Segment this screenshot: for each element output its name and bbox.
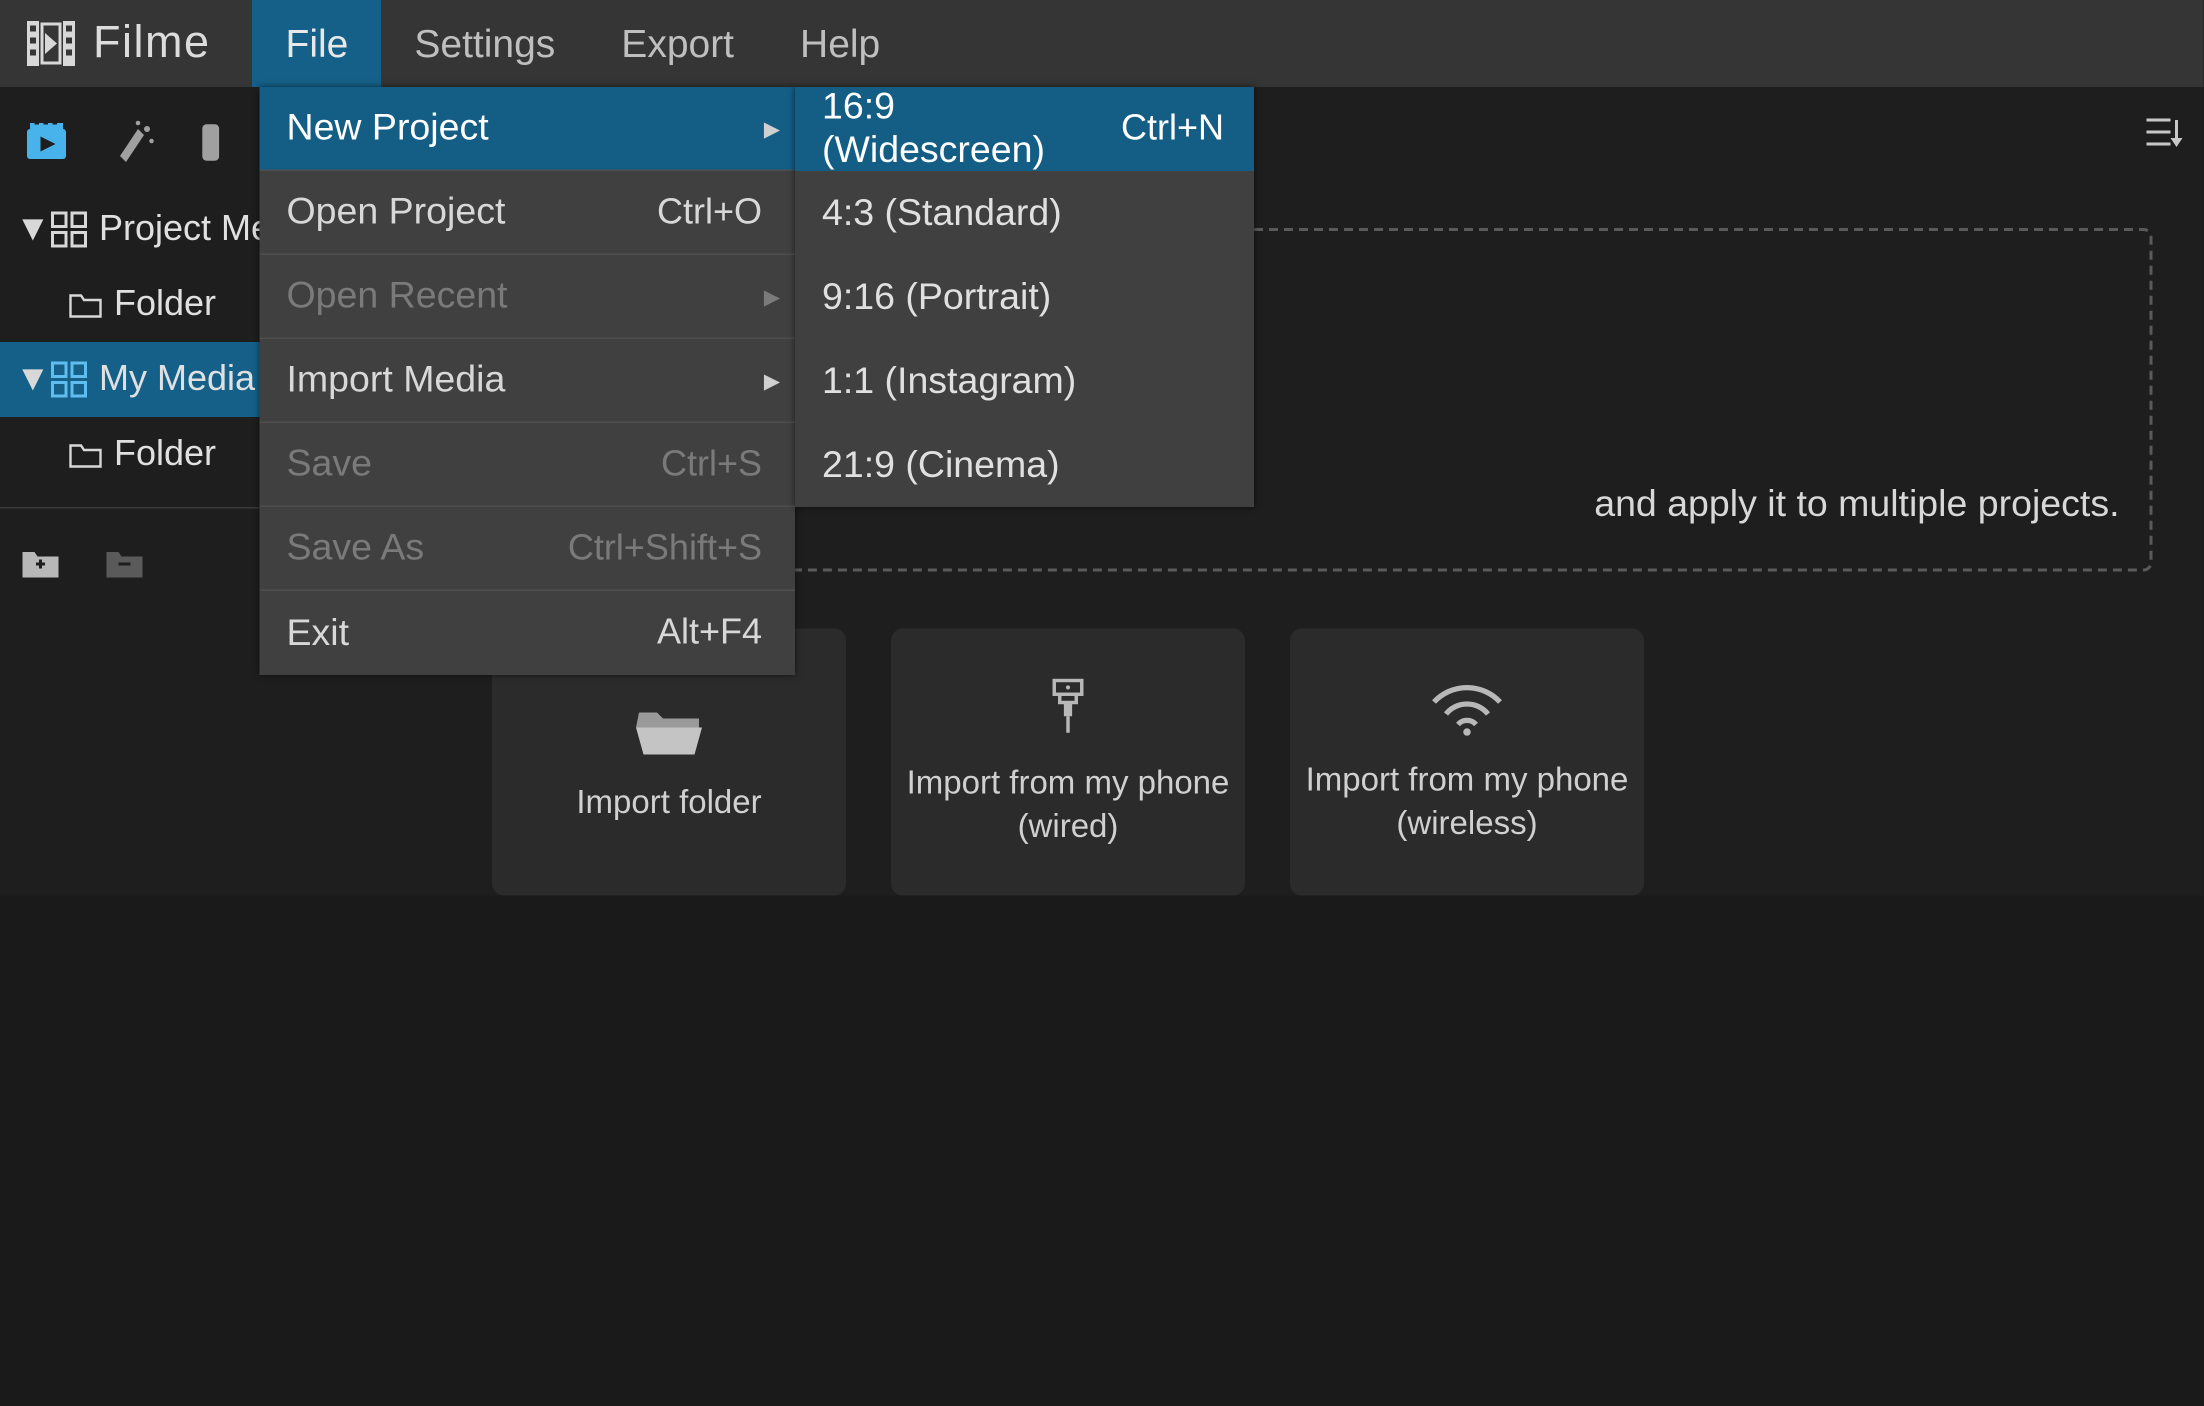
ratio-9-16[interactable]: 9:16 (Portrait) [795,255,1254,339]
menu-file[interactable]: File [253,0,382,87]
file-save-as: Save As Ctrl+Shift+S [260,507,796,591]
item-shortcut: Ctrl+Shift+S [568,527,762,569]
file-import-media[interactable]: Import Media ▶ [260,339,796,423]
item-label: 1:1 (Instagram) [822,359,1224,403]
app-logo: Filme [0,18,253,69]
grid-icon [51,362,87,398]
menu-export[interactable]: Export [588,0,767,87]
ratio-1-1[interactable]: 1:1 (Instagram) [795,339,1254,423]
menu-help[interactable]: Help [767,0,913,87]
add-folder-icon[interactable] [21,545,60,581]
media-tab-icon[interactable] [24,120,69,165]
item-label: Exit [287,611,657,655]
file-new-project[interactable]: New Project ▶ [260,87,796,171]
item-label: Save As [287,527,568,571]
item-label: Open Recent [287,275,763,319]
card-label: Import from my phone (wireless) [1290,760,1644,846]
usb-icon [1035,676,1101,742]
ratio-16-9[interactable]: 16:9 (Widescreen) Ctrl+N [795,87,1254,171]
menu-settings[interactable]: Settings [381,0,588,87]
file-save: Save Ctrl+S [260,423,796,507]
caret-down-icon: ▼ [15,359,39,401]
wifi-icon [1428,679,1506,739]
folder-icon [69,290,102,320]
item-label: 9:16 (Portrait) [822,275,1224,319]
effects-tab-icon[interactable] [111,120,156,165]
menubar: Filme File Settings Export Help [0,0,2204,87]
caret-down-icon: ▼ [15,209,39,251]
file-open-project[interactable]: Open Project Ctrl+O [260,171,796,255]
app-name: Filme [93,18,211,69]
item-label: Import Media [287,359,763,403]
sort-icon[interactable] [2144,111,2186,153]
folder-icon [69,440,102,470]
tree-label: Folder [114,284,216,326]
file-menu: New Project ▶ Open Project Ctrl+O Open R… [260,87,796,675]
folder-open-icon [633,700,705,760]
file-open-recent: Open Recent ▶ [260,255,796,339]
item-label: 4:3 (Standard) [822,191,1224,235]
submenu-arrow-icon: ▶ [764,284,780,310]
remove-folder-icon[interactable] [105,545,144,581]
ratio-21-9[interactable]: 21:9 (Cinema) [795,423,1254,507]
dropzone-text: and apply it to multiple projects. [1594,483,2119,527]
film-logo-icon [27,21,75,66]
card-label: Import from my phone (wired) [891,763,1245,849]
item-shortcut: Ctrl+N [1121,108,1224,150]
item-shortcut: Ctrl+O [657,191,762,233]
ratio-4-3[interactable]: 4:3 (Standard) [795,171,1254,255]
item-label: 16:9 (Widescreen) [822,86,1121,173]
item-label: 21:9 (Cinema) [822,443,1224,487]
partial-tab-icon[interactable] [198,120,243,165]
item-shortcut: Ctrl+S [661,443,762,485]
card-label: Import folder [561,781,776,824]
submenu-arrow-icon: ▶ [764,116,780,142]
item-label: New Project [287,107,763,151]
item-label: Open Project [287,191,657,235]
item-shortcut: Alt+F4 [657,612,762,654]
item-label: Save [287,443,661,487]
submenu-arrow-icon: ▶ [764,368,780,394]
tree-label: Folder [114,434,216,476]
file-exit[interactable]: Exit Alt+F4 [260,591,796,675]
import-phone-wireless-button[interactable]: Import from my phone (wireless) [1290,629,1644,896]
grid-icon [51,212,87,248]
tree-label: My Media [99,359,255,401]
new-project-submenu: 16:9 (Widescreen) Ctrl+N 4:3 (Standard) … [795,87,1254,507]
import-phone-wired-button[interactable]: Import from my phone (wired) [891,629,1245,896]
